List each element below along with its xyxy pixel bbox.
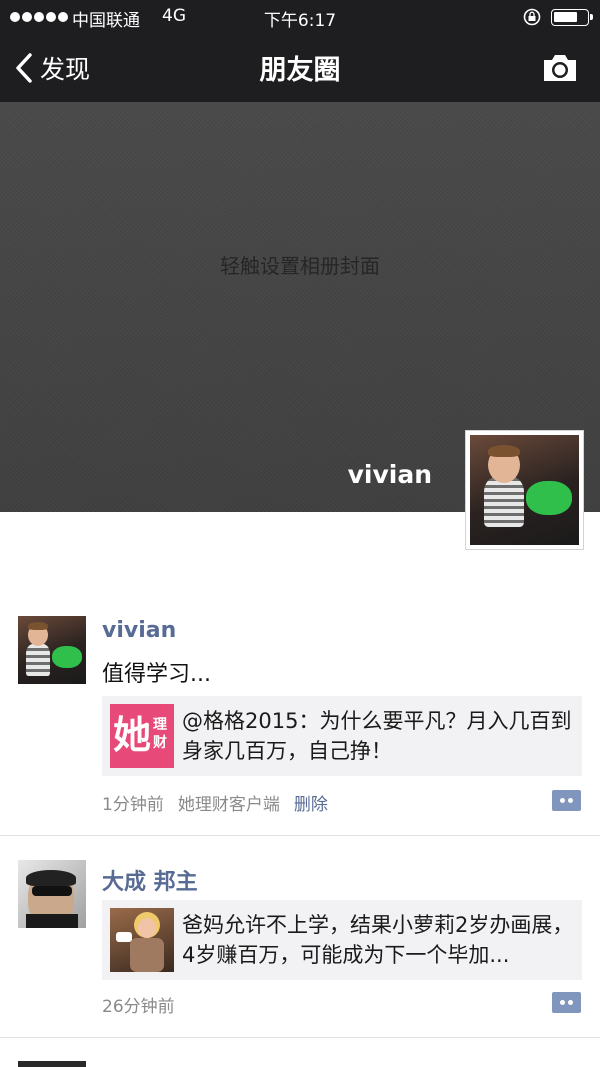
- page-title: 朋友圈: [259, 55, 341, 86]
- share-title: 爸妈允许不上学，结果小萝莉2岁办画展，4岁赚百万，可能成为下一个毕加...: [182, 913, 574, 967]
- post-time: 1分钟前: [102, 795, 164, 815]
- profile-avatar[interactable]: [465, 430, 584, 550]
- share-card[interactable]: 爸妈允许不上学，结果小萝莉2岁办画展，4岁赚百万，可能成为下一个毕加...: [102, 900, 582, 980]
- status-bar: 中国联通 4G 下午6:17: [0, 0, 600, 34]
- app-logo-icon: 她 理财: [110, 704, 174, 768]
- divider: [0, 835, 600, 836]
- battery-level: [554, 12, 577, 22]
- logo-char: 她: [113, 713, 152, 757]
- top-bar: 中国联通 4G 下午6:17 发现 朋友圈: [0, 0, 600, 102]
- share-thumbnail: [110, 908, 174, 972]
- cover-hint-text: 轻触设置相册封面: [220, 254, 380, 278]
- profile-photo: [470, 435, 579, 545]
- post-author[interactable]: 大成 邦主: [102, 864, 198, 896]
- post-author[interactable]: vivian: [102, 618, 176, 643]
- comment-icon[interactable]: [552, 790, 581, 811]
- avatar[interactable]: [18, 1061, 86, 1067]
- logo-subchars: 理财: [153, 717, 167, 751]
- post-text: 值得学习...: [102, 662, 211, 687]
- post-meta: 1分钟前 她理财客户端 删除: [102, 790, 328, 815]
- post-time: 26分钟前: [102, 997, 175, 1017]
- camera-icon[interactable]: [541, 52, 579, 84]
- profile-name: vivian: [347, 460, 432, 489]
- divider: [0, 1037, 600, 1038]
- battery-icon: [551, 9, 593, 26]
- post-source: 她理财客户端: [177, 795, 280, 815]
- share-card[interactable]: 她 理财 @格格2015：为什么要平凡？月入几百到身家几百万，自己挣！: [102, 696, 582, 776]
- avatar[interactable]: [18, 860, 86, 928]
- avatar[interactable]: [18, 616, 86, 684]
- share-title: @格格2015：为什么要平凡？月入几百到身家几百万，自己挣！: [182, 709, 572, 763]
- avatar-photo: [18, 616, 86, 684]
- rotation-lock-icon: [523, 8, 541, 26]
- post-meta: 26分钟前: [102, 992, 175, 1017]
- avatar-photo: [18, 860, 86, 928]
- nav-bar: 发现 朋友圈: [0, 34, 600, 102]
- comment-icon[interactable]: [552, 992, 581, 1013]
- delete-link[interactable]: 删除: [294, 790, 328, 815]
- status-time: 下午6:17: [263, 11, 337, 31]
